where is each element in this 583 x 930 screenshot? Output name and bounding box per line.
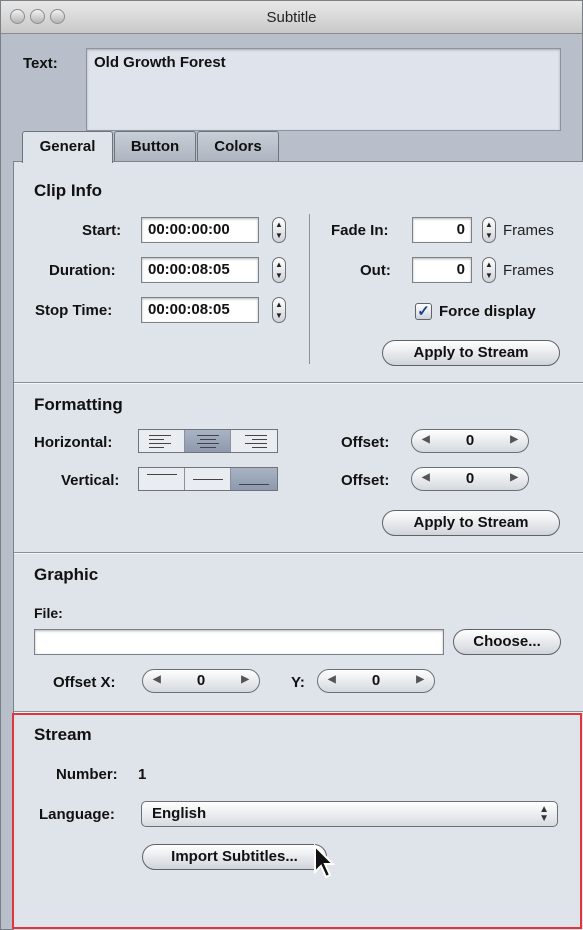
start-label: Start:: [82, 222, 122, 239]
nudge-right-icon[interactable]: ▶: [510, 434, 518, 445]
tab-general[interactable]: General: [22, 131, 113, 163]
horizontal-offset-nudge[interactable]: ◀ 0 ▶: [411, 429, 529, 453]
fade-out-field[interactable]: 0: [412, 257, 472, 283]
stop-time-field[interactable]: 00:00:08:05: [141, 297, 259, 323]
align-left-icon[interactable]: [139, 430, 185, 452]
section-divider: [14, 552, 583, 554]
nudge-left-icon[interactable]: ◀: [153, 674, 161, 685]
vertical-offset-label: Offset:: [341, 472, 390, 489]
vertical-label: Vertical:: [61, 472, 120, 489]
fade-out-stepper[interactable]: ▲ ▼: [482, 257, 496, 283]
text-label: Text:: [23, 55, 58, 72]
section-divider: [14, 382, 583, 384]
offset-y-label: Y:: [291, 674, 305, 691]
clip-info-heading: Clip Info: [34, 181, 102, 200]
formatting-heading: Formatting: [34, 395, 123, 414]
nudge-left-icon[interactable]: ◀: [328, 674, 336, 685]
stop-time-label: Stop Time:: [35, 302, 113, 319]
nudge-left-icon[interactable]: ◀: [422, 472, 430, 483]
duration-stepper[interactable]: ▲ ▼: [272, 257, 286, 283]
stop-time-stepper[interactable]: ▲ ▼: [272, 297, 286, 323]
align-right-icon[interactable]: [231, 430, 277, 452]
fade-in-label: Fade In:: [331, 222, 389, 239]
nudge-left-icon[interactable]: ◀: [422, 434, 430, 445]
fade-out-unit: Frames: [503, 262, 554, 279]
window-title: Subtitle: [266, 9, 317, 26]
offset-x-label: Offset X:: [53, 674, 116, 691]
fade-in-stepper[interactable]: ▲ ▼: [482, 217, 496, 243]
graphic-offset-x-nudge[interactable]: ◀ 0 ▶: [142, 669, 260, 693]
choose-file-button[interactable]: Choose...: [453, 629, 561, 655]
clip-info-apply-to-stream-button[interactable]: Apply to Stream: [382, 340, 560, 366]
graphic-offset-x-value: 0: [196, 672, 206, 689]
fade-in-field[interactable]: 0: [412, 217, 472, 243]
file-label: File:: [34, 605, 63, 621]
fade-out-label: Out:: [360, 262, 391, 279]
graphic-heading: Graphic: [34, 565, 99, 584]
vertical-alignment-control: [138, 467, 278, 491]
start-time-field[interactable]: 00:00:00:00: [141, 217, 259, 243]
align-bottom-icon[interactable]: [231, 468, 277, 490]
tab-colors[interactable]: Colors: [197, 131, 279, 162]
tab-button[interactable]: Button: [114, 131, 196, 162]
fade-in-unit: Frames: [503, 222, 554, 239]
force-display-checkbox[interactable]: ✓: [415, 303, 432, 320]
vertical-offset-value: 0: [465, 470, 475, 487]
align-top-icon[interactable]: [139, 468, 185, 490]
graphic-offset-y-value: 0: [371, 672, 381, 689]
stream-section-highlight: [12, 713, 582, 929]
horizontal-offset-value: 0: [465, 432, 475, 449]
title-bar: Subtitle: [1, 1, 582, 34]
horizontal-label: Horizontal:: [34, 434, 113, 451]
duration-field[interactable]: 00:00:08:05: [141, 257, 259, 283]
nudge-right-icon[interactable]: ▶: [241, 674, 249, 685]
subtitle-window: Subtitle Text: Old Growth Forest General…: [0, 0, 583, 930]
force-display-label: Force display: [439, 303, 536, 320]
horizontal-alignment-control: [138, 429, 278, 453]
formatting-apply-to-stream-button[interactable]: Apply to Stream: [382, 510, 560, 536]
graphic-offset-y-nudge[interactable]: ◀ 0 ▶: [317, 669, 435, 693]
subtitle-text-input[interactable]: Old Growth Forest: [86, 48, 561, 131]
align-middle-icon[interactable]: [185, 468, 231, 490]
vertical-offset-nudge[interactable]: ◀ 0 ▶: [411, 467, 529, 491]
file-path-field[interactable]: [34, 629, 444, 655]
mouse-pointer-icon: [314, 844, 336, 879]
clip-info-divider: [309, 214, 310, 364]
align-center-icon[interactable]: [185, 430, 231, 452]
nudge-right-icon[interactable]: ▶: [416, 674, 424, 685]
start-time-stepper[interactable]: ▲ ▼: [272, 217, 286, 243]
nudge-right-icon[interactable]: ▶: [510, 472, 518, 483]
horizontal-offset-label: Offset:: [341, 434, 390, 451]
duration-label: Duration:: [49, 262, 116, 279]
